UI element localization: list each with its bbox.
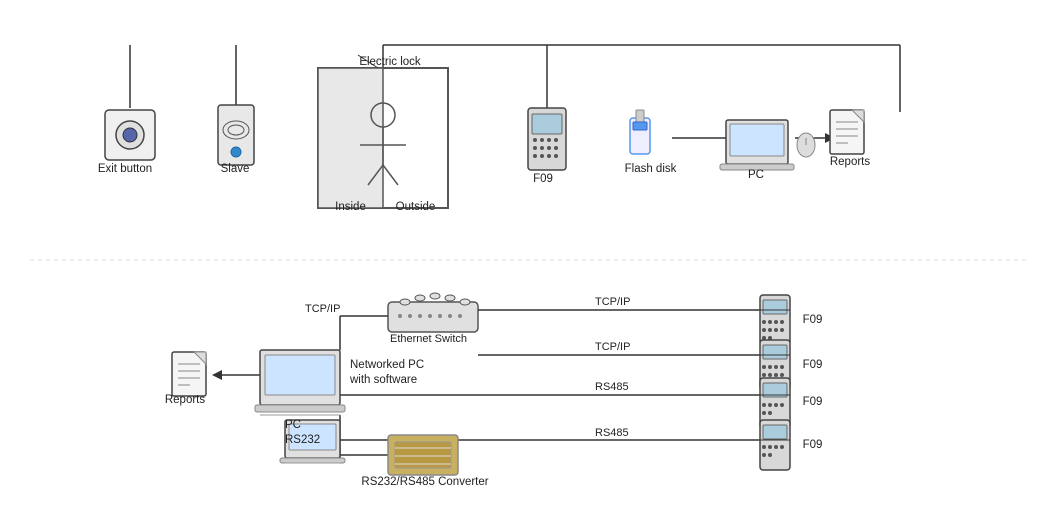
exit-button-label: Exit button: [90, 162, 160, 177]
rs485-label-2: RS485: [595, 427, 629, 439]
system-diagram: TCP/IP TCP/IP TCP/IP RS485 RS485 Etherne…: [0, 0, 1060, 514]
networked-pc-label: Networked PCwith software: [350, 358, 450, 388]
slave-label: Slave: [205, 162, 265, 177]
tcp-ip-label-1: TCP/IP: [595, 296, 630, 308]
flash-disk-label: Flash disk: [618, 162, 683, 177]
electric-lock-label: Electric lock: [350, 55, 430, 70]
reports-top-label: Reports: [820, 155, 880, 170]
pc-top-label: PC: [726, 168, 786, 183]
tcp-ip-label-2: TCP/IP: [595, 341, 630, 353]
inside-label: Inside: [318, 200, 383, 215]
f09-r1-label: F09: [795, 313, 830, 328]
rs232-rs485-label: RS232/RS485 Converter: [360, 475, 490, 490]
f09-r2-label: F09: [795, 358, 830, 373]
ethernet-switch-label: Ethernet Switch: [390, 333, 467, 345]
f09-r4-label: F09: [795, 438, 830, 453]
reports-bottom-label: Reports: [155, 393, 215, 408]
rs485-label-1: RS485: [595, 381, 629, 393]
f09-top-label: F09: [518, 172, 568, 187]
f09-r3-label: F09: [795, 395, 830, 410]
pc-rs232-label: PCRS232: [285, 418, 345, 448]
tcp-ip-left-label: TCP/IP: [305, 303, 340, 315]
outside-label: Outside: [383, 200, 448, 215]
